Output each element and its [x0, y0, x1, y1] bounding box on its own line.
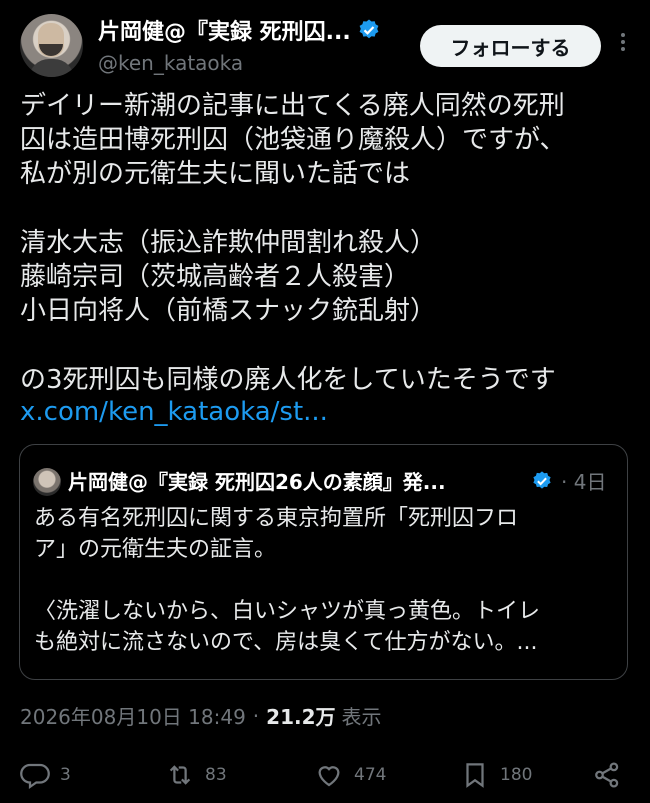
quoted-author-avatar	[33, 468, 61, 496]
author-handle[interactable]: @ken_kataoka	[98, 51, 243, 75]
quoted-date: · 4日	[561, 470, 607, 494]
action-bar: 3 83 474 180	[20, 760, 632, 796]
quoted-author-name: 片岡健@『実録 死刑囚26人の素顔』発...	[68, 470, 446, 494]
like-action[interactable]: 474	[314, 760, 386, 790]
repost-count: 83	[205, 765, 227, 785]
share-icon	[595, 762, 619, 788]
author-name-row: 片岡健@『実録 死刑囚...	[98, 12, 381, 48]
verified-badge-icon	[533, 471, 551, 489]
repost-icon	[169, 765, 191, 785]
quoted-text: ある有名死刑囚に関する東京拘置所「死刑囚フロ ア」の元衛生夫の証言。 〈洗濯しな…	[34, 506, 541, 655]
bookmark-count: 180	[500, 765, 533, 785]
more-dots-icon[interactable]	[613, 32, 633, 52]
heart-icon	[318, 766, 340, 787]
author-display-name[interactable]: 片岡健@『実録 死刑囚...	[98, 14, 351, 46]
repost-action[interactable]: 83	[165, 760, 227, 790]
bookmark-action[interactable]: 180	[460, 760, 532, 790]
bookmark-icon	[466, 763, 484, 788]
tweet-text: デイリー新潮の記事に出てくる廃人同然の死刑 囚は造田博死刑囚（池袋通り魔殺人）で…	[20, 91, 566, 395]
reply-icon	[20, 763, 50, 790]
meta-separator: ·	[252, 703, 260, 728]
tweet-header: 片岡健@『実録 死刑囚... @ken_kataoka フォローする	[20, 12, 632, 80]
views-label: 表示	[341, 705, 382, 729]
tweet-link[interactable]: x.com/ken_kataoka/st...	[20, 395, 328, 429]
author-avatar[interactable]	[20, 14, 83, 77]
reply-action[interactable]: 3	[20, 760, 71, 790]
follow-button[interactable]: フォローする	[420, 25, 601, 67]
tweet-meta: 2026年08月10日 18:49 · 21.2万 表示	[20, 701, 382, 730]
verified-badge-icon	[359, 19, 379, 39]
share-action[interactable]	[592, 760, 632, 790]
reply-count: 3	[60, 765, 71, 785]
like-count: 474	[354, 765, 387, 785]
views-count: 21.2万	[266, 705, 336, 729]
quoted-tweet[interactable]: 片岡健@『実録 死刑囚26人の素顔』発... · 4日 ある有名死刑囚に関する東…	[19, 444, 628, 680]
tweet-timestamp[interactable]: 2026年08月10日 18:49	[20, 701, 246, 730]
